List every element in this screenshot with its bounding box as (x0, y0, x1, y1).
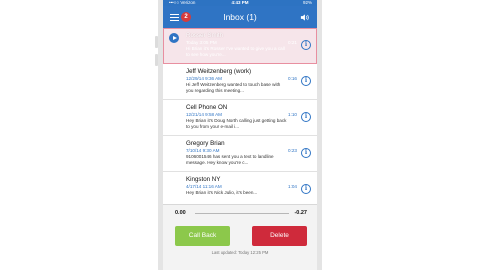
transcript-preview: Hi Jeff Weitzenberg wanted to touch base… (186, 82, 281, 93)
list-item[interactable]: Kingston NY 4/17/14 11:16 AM 1:04 Hey Br… (163, 172, 317, 204)
speaker-icon[interactable] (300, 13, 309, 22)
list-item[interactable]: Gregory Brian 7/10/14 9:30 AM 0:23 91060… (163, 136, 317, 172)
message-duration: 1:04 (288, 184, 297, 189)
message-date: 12/21/14 9:58 AM (186, 112, 223, 117)
message-date: 7/10/14 9:30 AM (186, 148, 220, 153)
message-date: 12/29/14 9:36 AM (186, 76, 223, 81)
message-duration: 0:23 (288, 148, 297, 153)
page-title: Inbox (1) (223, 12, 257, 22)
message-date: 4/17/14 11:16 AM (186, 184, 222, 189)
info-icon[interactable]: i (301, 40, 311, 50)
transcript-preview: Hey Brian it's Nick Julio, it's been... (186, 190, 258, 195)
playback-panel: 0.00 -0.27 Call Back Delete Last updated… (163, 204, 317, 270)
message-duration: 0:21 (288, 40, 297, 45)
transcript-preview: Hey Brian it's Doug North calling just g… (186, 118, 287, 129)
message-date: Today 3:05 PM (186, 40, 217, 45)
list-item[interactable]: Jeff Weitzenberg (work) 12/29/14 9:36 AM… (163, 64, 317, 100)
elapsed-time: 0.00 (175, 210, 186, 216)
caller-name: Cell Phone ON (186, 104, 228, 111)
phone-screen: •••○○ Verizon 4:43 PM 92% 2 Inbox (1) Ro… (158, 0, 322, 270)
remaining-time: -0.27 (294, 210, 307, 216)
caller-name: Rosser Smith (186, 32, 224, 39)
transcript-preview: Hi Brian it's Rosser I've wanted to give… (186, 46, 285, 57)
nav-bar: 2 Inbox (1) (163, 6, 317, 28)
call-back-button[interactable]: Call Back (175, 226, 230, 246)
play-icon[interactable] (169, 33, 179, 43)
voicemail-list: Rosser Smith Today 3:05 PM 0:21 Hi Brian… (163, 28, 317, 204)
list-item[interactable]: Rosser Smith Today 3:05 PM 0:21 Hi Brian… (163, 28, 317, 64)
last-updated-label: Last updated: Today 12:25 PM (211, 250, 269, 255)
playback-scrubber[interactable] (195, 213, 289, 214)
info-icon[interactable]: i (301, 76, 311, 86)
info-icon[interactable]: i (301, 148, 311, 158)
info-icon[interactable]: i (301, 184, 311, 194)
list-item[interactable]: Cell Phone ON 12/21/14 9:58 AM 1:10 Hey … (163, 100, 317, 136)
caller-name: Jeff Weitzenberg (work) (186, 68, 252, 75)
transcript-preview: 9106001546 has sent you a text to landli… (186, 154, 274, 165)
message-duration: 0:16 (288, 76, 297, 81)
info-icon[interactable]: i (301, 112, 311, 122)
message-duration: 1:10 (288, 112, 297, 117)
caller-name: Gregory Brian (186, 140, 225, 147)
delete-button[interactable]: Delete (252, 226, 307, 246)
caller-name: Kingston NY (186, 176, 221, 183)
